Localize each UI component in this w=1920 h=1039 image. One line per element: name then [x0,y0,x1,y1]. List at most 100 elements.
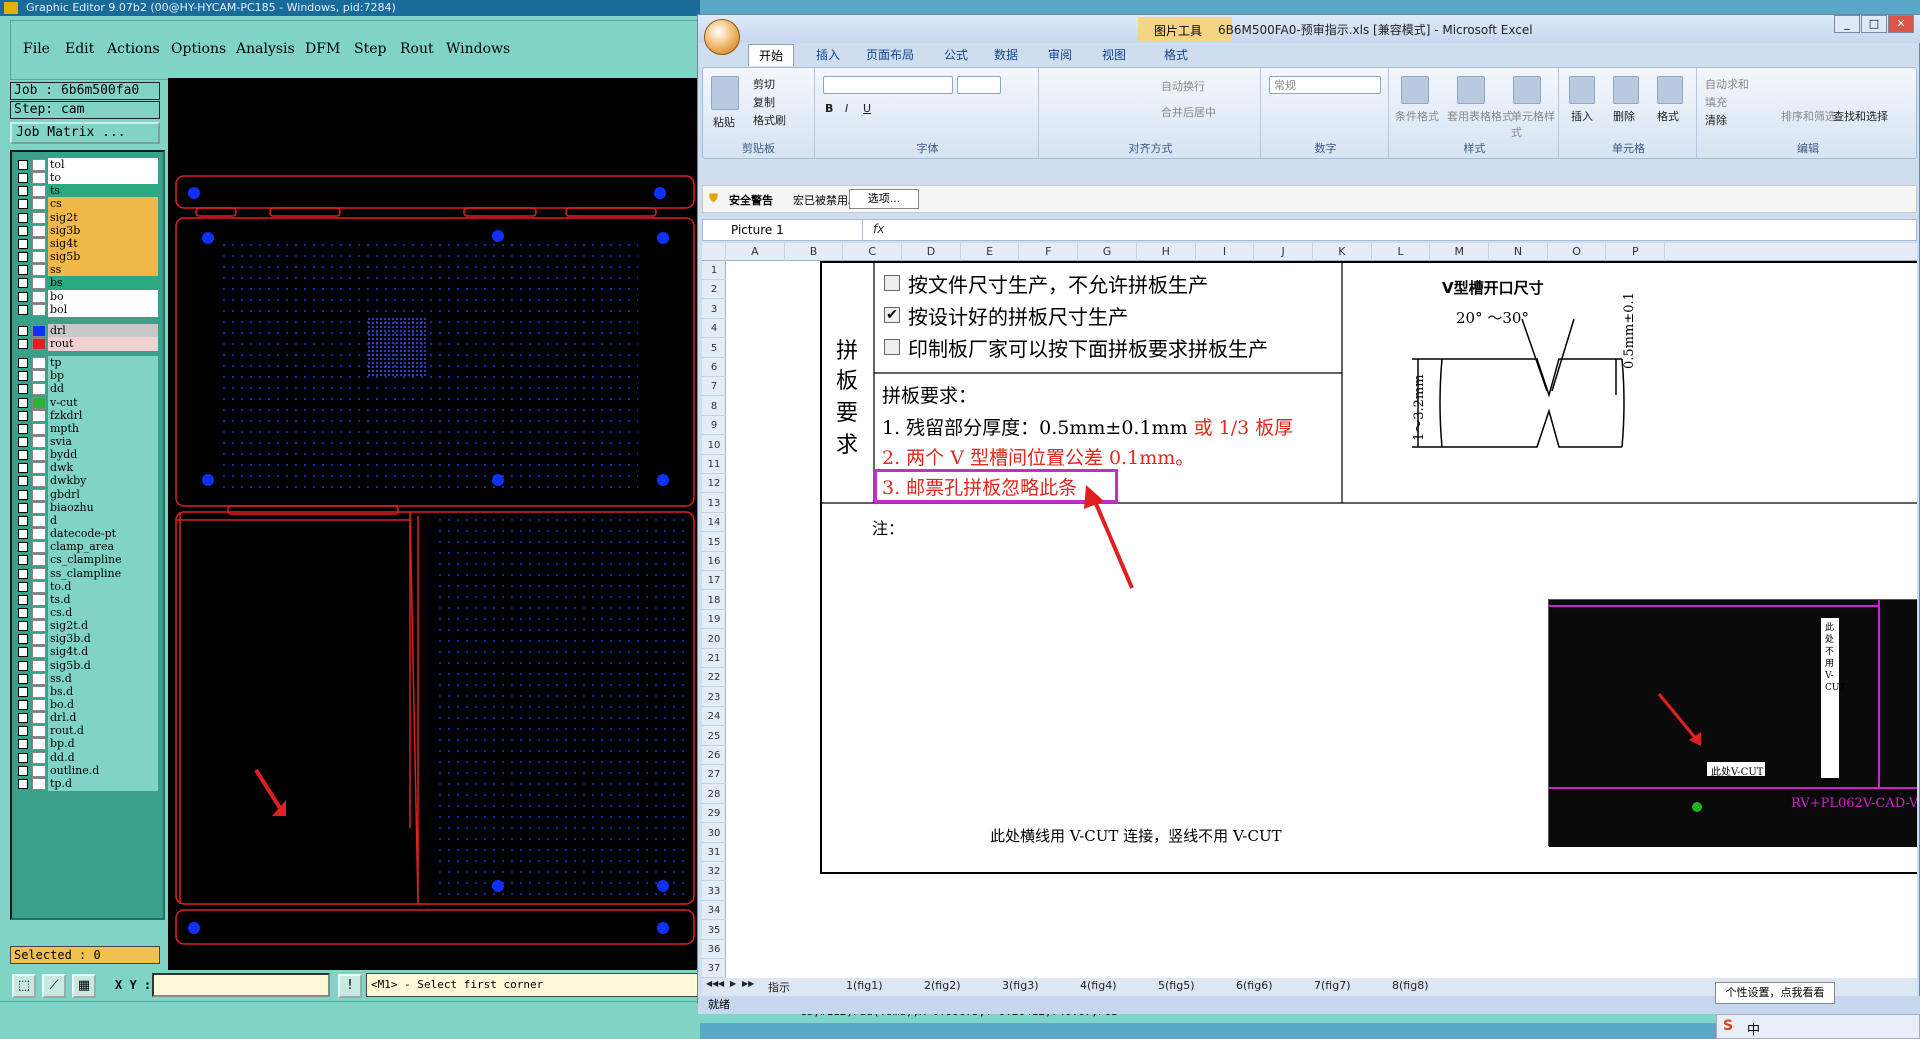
menu-step[interactable]: Step [354,41,386,57]
tab-view[interactable]: 视图 [1102,46,1126,63]
layer-color-swatch[interactable] [32,337,46,350]
select-tool-icon[interactable]: ⬚ [12,974,36,998]
layer-row[interactable]: mpth [16,421,158,436]
sheet-tab[interactable]: 5(fig5) [1158,979,1195,992]
row-header[interactable]: 1 [702,261,726,280]
tab-home[interactable]: 开始 [748,44,795,66]
layer-name[interactable]: ss_clampline [48,566,158,581]
layer-row[interactable]: cs_clampline [16,553,158,568]
layer-row[interactable]: outline.d [16,763,158,778]
layer-checkbox[interactable] [18,186,28,197]
layer-checkbox[interactable] [18,358,28,369]
autosum-button[interactable]: 自动求和 [1705,76,1749,92]
layer-name[interactable]: bp [48,369,158,384]
layer-checkbox[interactable] [18,489,28,500]
row-header[interactable]: 21 [702,649,726,668]
layer-color-swatch[interactable] [32,224,46,237]
layer-color-swatch[interactable] [32,383,46,396]
font-name-select[interactable] [823,76,953,94]
format-painter-button[interactable]: 格式刷 [753,112,786,128]
merge-center-button[interactable]: 合并后居中 [1161,104,1216,120]
copy-button[interactable]: 复制 [753,94,775,110]
layer-color-swatch[interactable] [32,738,46,751]
layer-row[interactable]: ts [16,184,158,199]
layer-row[interactable]: sig4t.d [16,645,158,660]
layer-name[interactable]: drl [48,323,158,338]
layer-checkbox[interactable] [18,726,28,737]
layer-color-swatch[interactable] [32,580,46,593]
layer-name[interactable]: svia [48,435,158,449]
underline-icon[interactable]: U [863,102,871,115]
sheet-tab[interactable]: 指示 [768,979,790,995]
close-icon[interactable]: ✕ [1888,15,1914,33]
layer-color-swatch[interactable] [32,777,46,790]
layer-checkbox[interactable] [18,607,28,618]
layer-row[interactable]: rout.d [16,724,158,739]
sheet-tab[interactable]: 6(fig6) [1236,979,1273,992]
layer-color-swatch[interactable] [32,264,46,277]
layer-checkbox[interactable] [18,568,28,579]
cell-style-icon[interactable] [1513,76,1541,104]
cut-button[interactable]: 剪切 [753,76,775,92]
layer-row[interactable]: ss_clampline [16,566,158,581]
layer-checkbox[interactable] [18,660,28,671]
menu-dfm[interactable]: DFM [305,41,340,57]
layer-checkbox[interactable] [18,238,28,249]
sheet-tab[interactable]: 7(fig7) [1314,979,1351,992]
row-header[interactable]: 24 [702,707,726,727]
layer-row[interactable]: dwkby [16,474,158,489]
sheet-nav-icon[interactable]: ▶▶ [742,979,754,988]
layer-row[interactable]: ss.d [16,671,158,686]
layer-checkbox[interactable] [18,384,28,395]
column-header[interactable]: C [843,243,903,261]
layer-row[interactable]: bo [16,289,158,304]
layer-checkbox[interactable] [18,713,28,724]
maximize-icon[interactable]: □ [1861,15,1887,33]
layer-color-swatch[interactable] [32,370,46,383]
layer-name[interactable]: sig2t [48,210,158,225]
layer-name[interactable]: tp.d [48,776,158,791]
layer-checkbox[interactable] [18,278,28,289]
layer-row[interactable]: to [16,171,158,186]
layer-name[interactable]: cs_clampline [48,553,158,568]
layer-color-swatch[interactable] [32,554,46,567]
row-header[interactable]: 17 [702,571,726,591]
clear-button[interactable]: 清除 [1705,112,1727,128]
row-header[interactable]: 11 [702,455,726,474]
layer-name[interactable]: sig3b [48,223,158,238]
column-header[interactable]: D [902,243,961,261]
embedded-picture[interactable]: 拼 板 要 求 按文件尺寸生产，不允许拼板生产 ✔ 按设计好的拼板尺寸生产 印制… [820,261,1917,874]
column-header[interactable]: A [726,243,785,261]
layer-checkbox[interactable] [18,371,28,382]
layer-name[interactable]: outline.d [48,763,158,778]
layer-row[interactable]: bp.d [16,737,158,752]
layer-row[interactable]: tp.d [16,776,158,791]
pcb-canvas[interactable] [168,78,700,970]
row-header[interactable]: 28 [702,785,726,804]
layer-checkbox[interactable] [18,673,28,684]
column-header[interactable]: P [1607,243,1666,261]
tab-data[interactable]: 数据 [994,46,1018,63]
layer-checkbox[interactable] [18,515,28,526]
layer-row[interactable]: sig2t [16,210,158,225]
menu-file[interactable]: File [23,41,50,57]
bold-icon[interactable]: B [825,102,833,115]
layer-row[interactable]: ss [16,263,158,278]
column-header[interactable]: O [1548,243,1607,261]
layer-color-swatch[interactable] [32,593,46,606]
layer-color-swatch[interactable] [32,277,46,290]
row-header[interactable]: 37 [702,959,726,979]
layer-name[interactable]: fzkdrl [48,408,158,423]
security-options-button[interactable]: 选项... [849,189,919,209]
column-header[interactable]: E [961,243,1020,261]
layer-checkbox[interactable] [18,700,28,710]
layer-name[interactable]: v-cut [48,395,158,410]
row-header[interactable]: 8 [702,397,726,416]
layer-checkbox[interactable] [18,338,28,349]
layer-color-swatch[interactable] [32,172,46,185]
layer-color-swatch[interactable] [32,475,46,488]
layer-checkbox[interactable] [18,225,28,236]
layer-color-swatch[interactable] [32,567,46,580]
layer-checkbox[interactable] [18,437,28,447]
cell-style-button[interactable]: 单元格样式 [1511,108,1555,140]
